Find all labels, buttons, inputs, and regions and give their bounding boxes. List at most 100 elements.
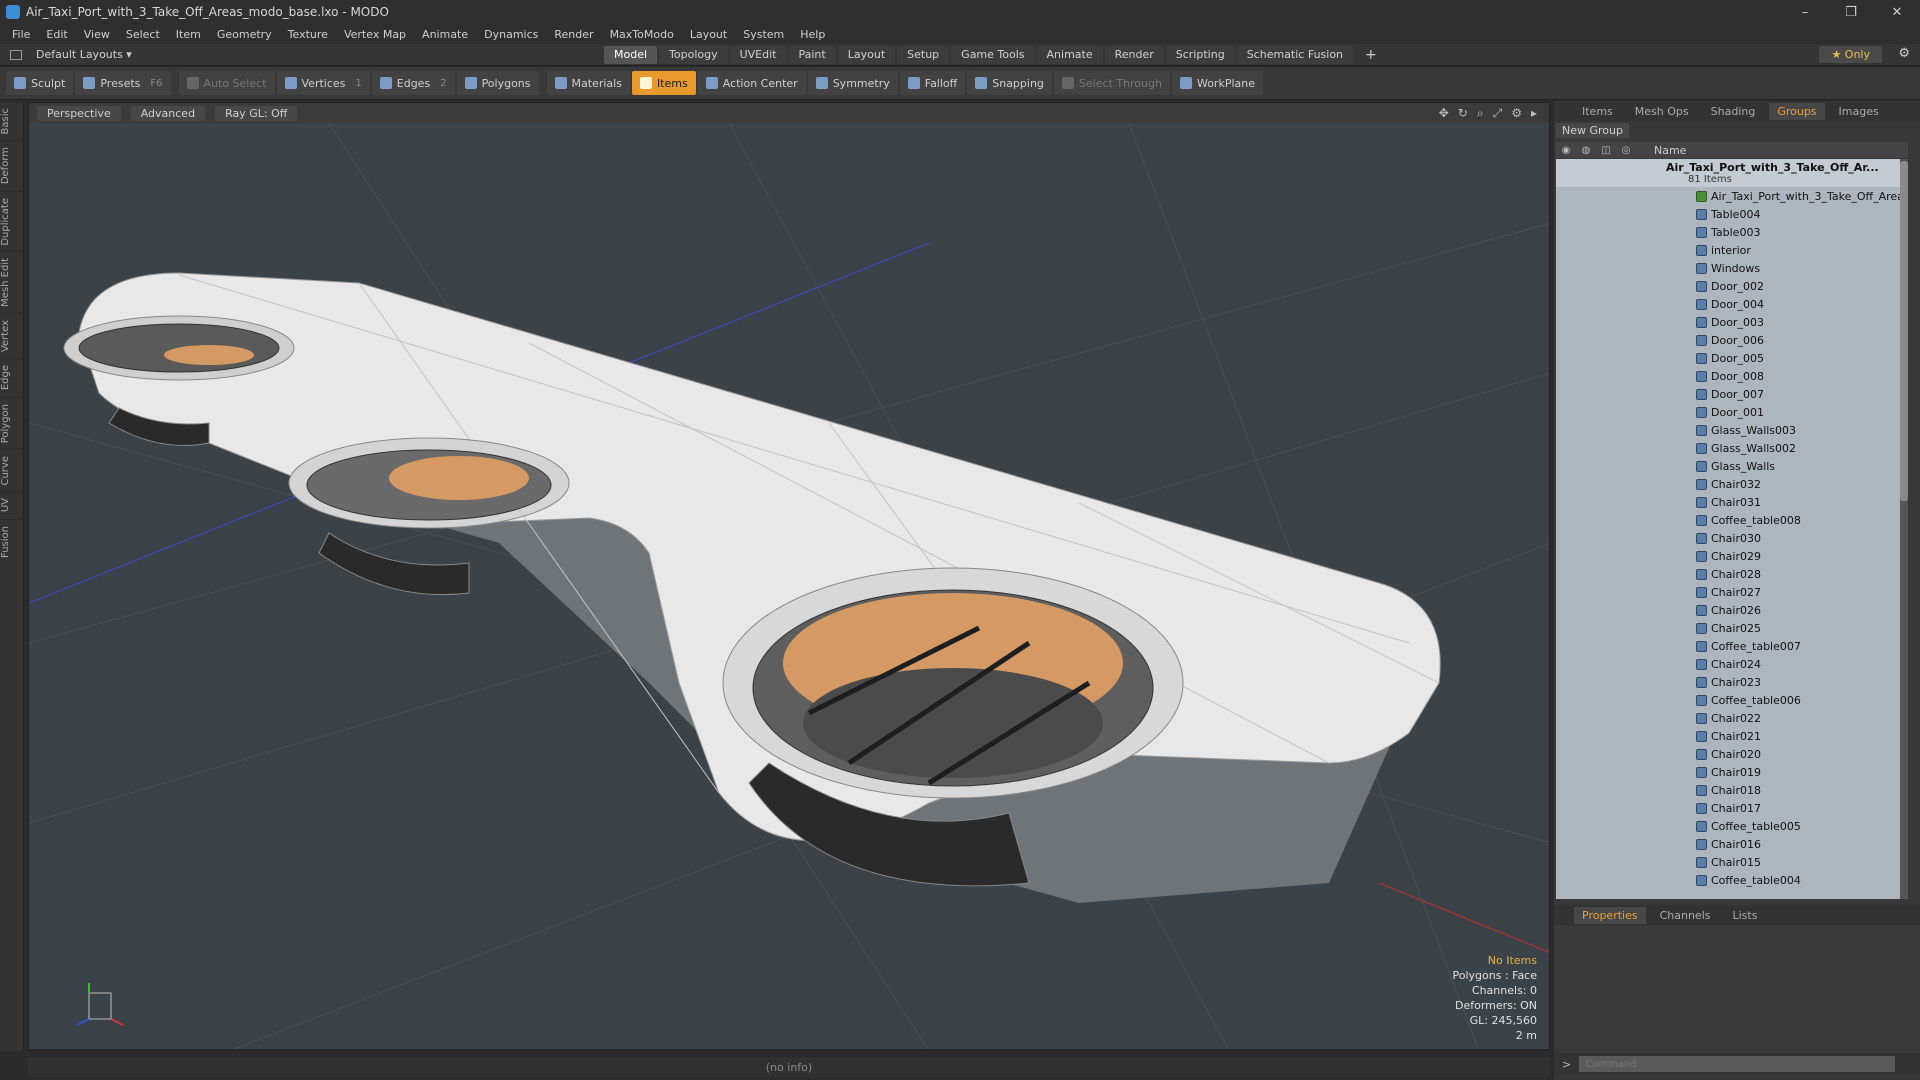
tab-channels[interactable]: Channels xyxy=(1652,907,1719,924)
list-item[interactable]: Chair024 xyxy=(1556,655,1908,673)
visibility-eye-icon[interactable]: ◉ xyxy=(1556,145,1576,156)
expand-arrow-icon[interactable]: ▸ xyxy=(1531,106,1537,121)
menu-help[interactable]: Help xyxy=(800,28,825,41)
only-toggle[interactable]: ★ Only xyxy=(1819,46,1882,63)
list-item[interactable]: Air_Taxi_Port_with_3_Take_Off_Areas xyxy=(1556,187,1908,205)
list-item[interactable]: interior xyxy=(1556,241,1908,259)
menu-select[interactable]: Select xyxy=(126,28,160,41)
layouts-dropdown[interactable]: Default Layouts ▾ xyxy=(10,48,132,61)
lefttab-mesh-edit[interactable]: Mesh Edit xyxy=(0,251,24,314)
list-item[interactable]: Chair031 xyxy=(1556,493,1908,511)
rotate-icon[interactable]: ↻ xyxy=(1458,106,1468,121)
tab-items[interactable]: Items xyxy=(1574,103,1621,120)
menu-dynamics[interactable]: Dynamics xyxy=(484,28,538,41)
menu-texture[interactable]: Texture xyxy=(288,28,328,41)
menu-item[interactable]: Item xyxy=(176,28,201,41)
new-group-button[interactable]: New Group xyxy=(1556,123,1629,138)
list-item[interactable]: Glass_Walls003 xyxy=(1556,421,1908,439)
tab-paint[interactable]: Paint xyxy=(788,46,836,64)
tab-properties[interactable]: Properties xyxy=(1574,906,1646,924)
list-item[interactable]: Door_006 xyxy=(1556,331,1908,349)
list-item[interactable]: Chair016 xyxy=(1556,835,1908,853)
zoom-icon[interactable]: ⌕ xyxy=(1477,106,1484,121)
list-item[interactable]: Chair018 xyxy=(1556,781,1908,799)
sculpt-button[interactable]: Sculpt xyxy=(6,71,74,95)
tab-game-tools[interactable]: Game Tools xyxy=(951,46,1035,64)
vertices-button[interactable]: Vertices 1 xyxy=(276,71,370,95)
list-item[interactable]: Glass_Walls xyxy=(1556,457,1908,475)
list-item[interactable]: Table004 xyxy=(1556,205,1908,223)
list-item[interactable]: Chair029 xyxy=(1556,547,1908,565)
group-list[interactable]: Air_Taxi_Port_with_3_Take_Off_Ar... 81 I… xyxy=(1556,159,1908,899)
tab-animate[interactable]: Animate xyxy=(1036,46,1103,64)
select-icon[interactable]: ◎ xyxy=(1616,145,1636,156)
menu-render[interactable]: Render xyxy=(554,28,593,41)
list-item[interactable]: Table003 xyxy=(1556,223,1908,241)
maximize-button[interactable]: ❐ xyxy=(1828,0,1874,24)
menu-file[interactable]: File xyxy=(12,28,30,41)
close-button[interactable]: ✕ xyxy=(1874,0,1920,24)
advanced-dropdown[interactable]: Advanced xyxy=(130,105,206,121)
list-item[interactable]: Windows xyxy=(1556,259,1908,277)
group-root-row[interactable]: Air_Taxi_Port_with_3_Take_Off_Ar... 81 I… xyxy=(1556,159,1908,187)
list-item[interactable]: Coffee_table006 xyxy=(1556,691,1908,709)
list-item[interactable]: Chair023 xyxy=(1556,673,1908,691)
tab-schematic-fusion[interactable]: Schematic Fusion xyxy=(1236,46,1354,64)
lefttab-edge[interactable]: Edge xyxy=(0,358,24,397)
tab-shading[interactable]: Shading xyxy=(1703,103,1764,120)
falloff-button[interactable]: Falloff xyxy=(899,71,966,95)
gear-icon[interactable]: ⚙ xyxy=(1898,46,1910,61)
tab-setup[interactable]: Setup xyxy=(897,46,950,64)
workplane-button[interactable]: WorkPlane xyxy=(1171,71,1263,95)
scrollbar-thumb[interactable] xyxy=(1900,161,1908,501)
menu-edit[interactable]: Edit xyxy=(46,28,67,41)
tab-uvedit[interactable]: UVEdit xyxy=(729,46,787,64)
list-item[interactable]: Coffee_table004 xyxy=(1556,871,1908,889)
list-item[interactable]: Coffee_table007 xyxy=(1556,637,1908,655)
items-button[interactable]: Items xyxy=(631,71,696,95)
list-item[interactable]: Coffee_table005 xyxy=(1556,817,1908,835)
minimize-button[interactable]: – xyxy=(1782,0,1828,24)
lefttab-deform[interactable]: Deform xyxy=(0,140,24,191)
auto-select-button[interactable]: Auto Select xyxy=(178,71,275,95)
list-item[interactable]: Chair026 xyxy=(1556,601,1908,619)
pan-icon[interactable]: ✥ xyxy=(1439,106,1449,121)
tab-topology[interactable]: Topology xyxy=(659,46,728,64)
symmetry-button[interactable]: Symmetry xyxy=(807,71,898,95)
list-item[interactable]: Chair025 xyxy=(1556,619,1908,637)
viewport-settings-icon[interactable]: ⚙ xyxy=(1511,106,1522,121)
menu-vertex-map[interactable]: Vertex Map xyxy=(344,28,406,41)
lock-icon[interactable]: ◫ xyxy=(1596,145,1616,156)
list-item[interactable]: Chair019 xyxy=(1556,763,1908,781)
list-item[interactable]: Chair027 xyxy=(1556,583,1908,601)
lefttab-duplicate[interactable]: Duplicate xyxy=(0,190,24,252)
list-item[interactable]: Coffee_table008 xyxy=(1556,511,1908,529)
fit-icon[interactable]: ⤢ xyxy=(1493,106,1503,121)
list-item[interactable]: Door_004 xyxy=(1556,295,1908,313)
list-item[interactable]: Chair020 xyxy=(1556,745,1908,763)
list-item[interactable]: Chair030 xyxy=(1556,529,1908,547)
group-list-scrollbar[interactable] xyxy=(1900,159,1908,899)
raygl-toggle[interactable]: Ray GL: Off xyxy=(215,105,298,121)
perspective-dropdown[interactable]: Perspective xyxy=(37,105,121,121)
snapping-button[interactable]: Snapping xyxy=(967,71,1052,95)
tab-images[interactable]: Images xyxy=(1831,103,1887,120)
name-column-header[interactable]: Name xyxy=(1654,144,1686,157)
lefttab-polygon[interactable]: Polygon xyxy=(0,396,24,449)
render-icon[interactable]: ◍ xyxy=(1576,145,1596,156)
tab-scripting[interactable]: Scripting xyxy=(1165,46,1235,64)
edges-button[interactable]: Edges 2 xyxy=(371,71,455,95)
list-item[interactable]: Door_007 xyxy=(1556,385,1908,403)
list-item[interactable]: Chair021 xyxy=(1556,727,1908,745)
menu-layout[interactable]: Layout xyxy=(690,28,727,41)
lefttab-fusion[interactable]: Fusion xyxy=(0,518,24,564)
lefttab-vertex[interactable]: Vertex xyxy=(0,313,24,359)
list-item[interactable]: Door_005 xyxy=(1556,349,1908,367)
command-input[interactable] xyxy=(1579,1056,1896,1072)
select-through-button[interactable]: Select Through xyxy=(1053,71,1170,95)
list-item[interactable]: Door_008 xyxy=(1556,367,1908,385)
action-center-button[interactable]: Action Center xyxy=(697,71,806,95)
lefttab-uv[interactable]: UV xyxy=(0,491,24,519)
list-item[interactable]: Chair022 xyxy=(1556,709,1908,727)
tab-groups[interactable]: Groups xyxy=(1769,102,1825,120)
